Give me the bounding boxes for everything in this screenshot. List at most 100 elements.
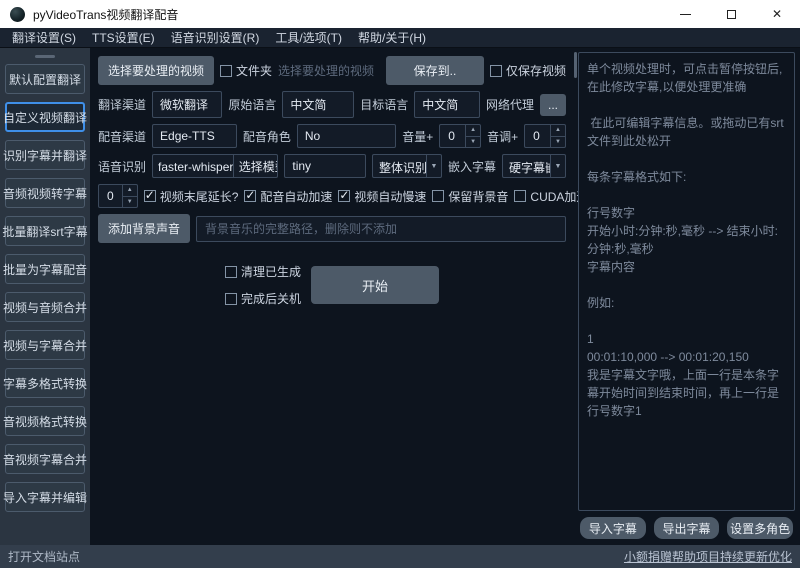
toolbar-drag-handle[interactable] [35,55,55,58]
start-button[interactable]: 开始 [311,266,439,304]
video-end-extend-checkbox[interactable]: 视频末尾延长? [144,188,239,205]
checkbox-checked-icon [244,190,256,202]
sidebar-item-subtitle-format-convert[interactable]: 字幕多格式转换 [5,368,85,398]
bgm-row: 添加背景声音 [98,214,566,243]
minimize-button[interactable] [662,0,708,28]
window-body: 默认配置翻译 自定义视频翻译 识别字幕并翻译 音频视频转字幕 批量翻译srt字幕… [0,48,800,545]
clear-generated-checkbox[interactable]: 清理已生成 [225,263,301,280]
subtitle-panel-buttons: 导入字幕 导出字幕 设置多角色 [578,511,795,541]
video-auto-slowdown-checkbox[interactable]: 视频自动慢速 [338,188,426,205]
volume-stepper[interactable]: 0 ▲▼ [439,124,481,148]
sidebar-item-batch-translate-srt[interactable]: 批量翻译srt字幕 [5,216,85,246]
export-subtitle-button[interactable]: 导出字幕 [654,517,720,539]
background-music-path-input[interactable] [196,216,566,242]
pitch-stepper[interactable]: 0 ▲▼ [524,124,566,148]
target-language-select[interactable]: 中文简 [414,91,480,118]
sidebar-item-av-format-convert[interactable]: 音视频格式转换 [5,406,85,436]
target-language-label: 目标语言 [360,96,408,113]
model-select[interactable]: tiny [284,154,366,178]
sidebar-item-audio-video-to-subtitle[interactable]: 音频视频转字幕 [5,178,85,208]
checkbox-icon [432,190,444,202]
add-background-audio-button[interactable]: 添加背景声音 [98,214,190,243]
checkbox-icon [225,266,237,278]
tts-row: 配音渠道 Edge-TTS 配音角色 No 音量+ 0 ▲▼ 音调+ 0 ▲▼ [98,124,566,148]
splitter-handle-icon [574,52,577,78]
pitch-label: 音调+ [487,128,518,145]
keep-background-audio-checkbox[interactable]: 保留背景音 [432,188,508,205]
dub-channel-select[interactable]: Edge-TTS [152,124,237,148]
sidebar-item-import-subtitle-edit[interactable]: 导入字幕并编辑 [5,482,85,512]
selected-video-hint: 选择要处理的视频 [278,62,380,79]
menu-bar: 翻译设置(S) TTS设置(E) 语音识别设置(R) 工具/选项(T) 帮助/关… [0,28,800,48]
main-form: 选择要处理的视频 文件夹 选择要处理的视频 保存到.. 仅保存视频 翻译渠道 微… [90,48,572,545]
menu-tools-options[interactable]: 工具/选项(T) [267,27,350,48]
sidebar-item-default-translate[interactable]: 默认配置翻译 [5,64,85,94]
stepper-arrows-icon[interactable]: ▲▼ [465,125,480,147]
save-to-button[interactable]: 保存到.. [386,56,484,85]
keep-background-audio-label: 保留背景音 [448,188,508,205]
app-icon [10,7,25,22]
subtitle-editor-area[interactable]: 单个视频处理时，可点击暂停按钮后,在此修改字幕,以便处理更准确 在此可编辑字幕信… [578,52,795,511]
embed-subtitle-label: 嵌入字幕 [448,158,496,175]
only-save-video-checkbox[interactable]: 仅保存视频 [490,62,566,79]
menu-tts-settings[interactable]: TTS设置(E) [84,27,163,48]
checkbox-checked-icon [144,190,156,202]
shutdown-after-finish-checkbox[interactable]: 完成后关机 [225,290,301,307]
dub-auto-speedup-checkbox[interactable]: 配音自动加速 [244,188,332,205]
checkbox-checked-icon [338,190,350,202]
open-docs-link[interactable]: 打开文档站点 [8,548,80,565]
dub-channel-label: 配音渠道 [98,128,146,145]
sidebar: 默认配置翻译 自定义视频翻译 识别字幕并翻译 音频视频转字幕 批量翻译srt字幕… [0,48,90,545]
status-bar: 打开文档站点 小额捐赠帮助项目持续更新优化 [0,545,800,568]
app-window: pyVideoTrans视频翻译配音 ✕ 翻译设置(S) TTS设置(E) 语音… [0,0,800,568]
maximize-icon [727,10,736,19]
volume-value: 0 [440,125,465,147]
menu-translate-settings[interactable]: 翻译设置(S) [4,27,84,48]
donate-link[interactable]: 小额捐赠帮助项目持续更新优化 [624,548,792,565]
source-language-label: 原始语言 [228,96,276,113]
recognition-engine-select[interactable]: faster-whisper本地 选择模型 [152,154,278,178]
select-model-link[interactable]: 选择模型 [234,154,278,178]
embed-subtitle-select[interactable]: 硬字幕嵌 ▼ [502,154,566,178]
video-end-extend-label: 视频末尾延长? [160,188,239,205]
translate-channel-select[interactable]: 微软翻译 [152,91,222,118]
network-proxy-button[interactable]: ... [540,94,566,116]
checkbox-icon [490,65,502,77]
stepper-arrows-icon[interactable]: ▲▼ [550,125,565,147]
sidebar-item-av-subtitle-merge[interactable]: 音视频字幕合并 [5,444,85,474]
sidebar-item-merge-video-subtitle[interactable]: 视频与字幕合并 [5,330,85,360]
sidebar-item-recognize-subtitle-translate[interactable]: 识别字幕并翻译 [5,140,85,170]
maximize-button[interactable] [708,0,754,28]
translate-channel-label: 翻译渠道 [98,96,146,113]
folder-checkbox-label: 文件夹 [236,62,272,79]
dub-role-select[interactable]: No [297,124,396,148]
select-video-button[interactable]: 选择要处理的视频 [98,56,214,85]
recognition-engine-value: faster-whisper本地 [153,154,233,178]
translate-row: 翻译渠道 微软翻译 原始语言 中文简 目标语言 中文简 网络代理 ... [98,91,566,118]
video-extend-stepper[interactable]: 0 ▲▼ [98,184,138,208]
sidebar-item-merge-video-audio[interactable]: 视频与音频合并 [5,292,85,322]
recognition-mode-value: 整体识别 [373,155,426,177]
menu-speech-recognition-settings[interactable]: 语音识别设置(R) [163,27,268,48]
pitch-value: 0 [525,125,550,147]
menu-help-about[interactable]: 帮助/关于(H) [350,27,434,48]
folder-checkbox[interactable]: 文件夹 [220,62,272,79]
options-row: 0 ▲▼ 视频末尾延长? 配音自动加速 视频自动慢速 保留背景音 [98,184,566,208]
import-subtitle-button[interactable]: 导入字幕 [580,517,646,539]
close-button[interactable]: ✕ [754,0,800,28]
stepper-arrows-icon[interactable]: ▲▼ [122,185,137,207]
sidebar-item-batch-dub-subtitle[interactable]: 批量为字幕配音 [5,254,85,284]
only-save-video-label: 仅保存视频 [506,62,566,79]
subtitle-panel: 单个视频处理时，可点击暂停按钮后,在此修改字幕,以便处理更准确 在此可编辑字幕信… [578,48,800,545]
network-proxy-label: 网络代理 [486,96,534,113]
chevron-down-icon: ▼ [550,155,565,177]
volume-label: 音量+ [402,128,433,145]
checkbox-icon [220,65,232,77]
set-multi-role-button[interactable]: 设置多角色 [727,517,793,539]
source-language-select[interactable]: 中文简 [282,91,354,118]
video-extend-value: 0 [99,185,122,207]
checkbox-icon [225,293,237,305]
recognition-mode-select[interactable]: 整体识别 ▼ [372,154,442,178]
sidebar-item-custom-video-translate[interactable]: 自定义视频翻译 [5,102,85,132]
minimize-icon [680,14,691,15]
